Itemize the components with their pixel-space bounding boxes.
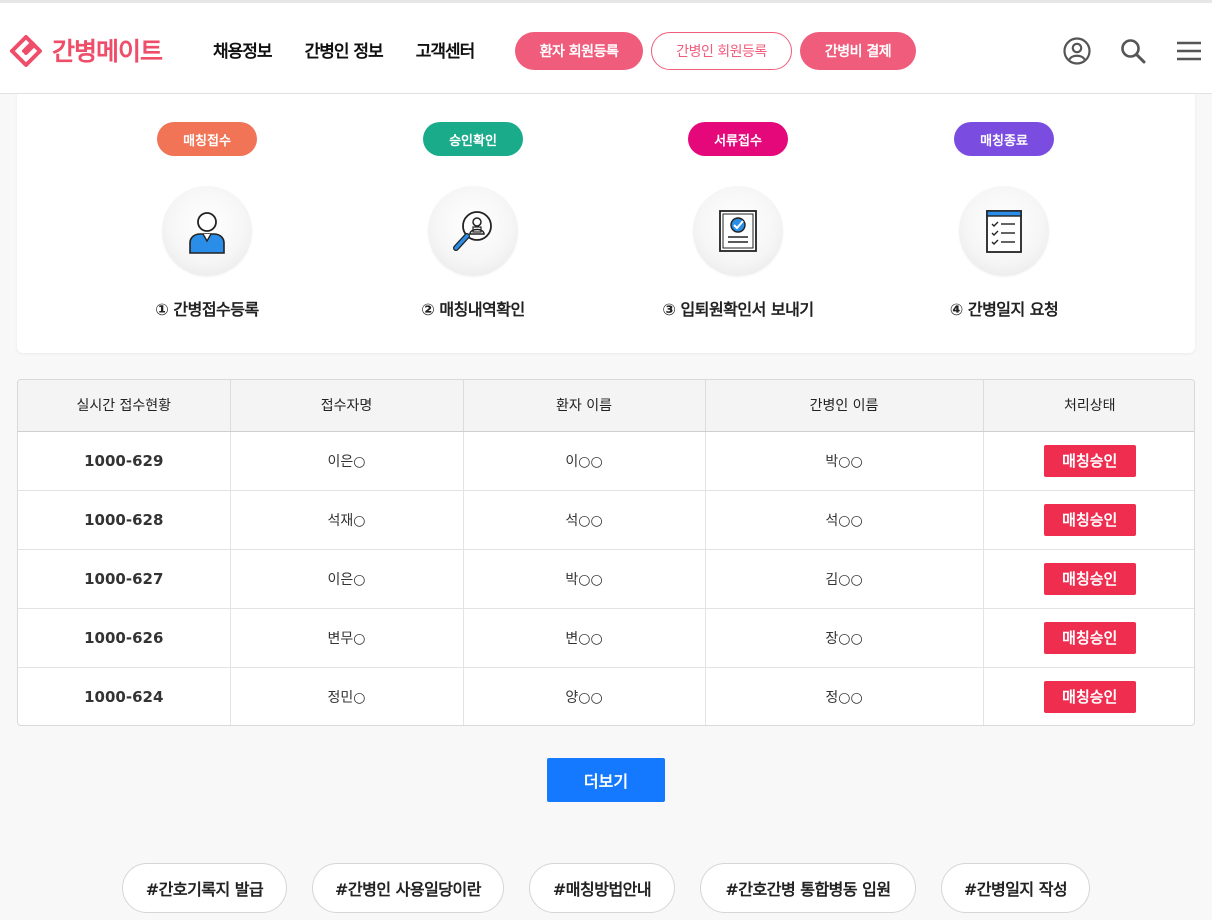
- step-4: 매칭종료 ④ 간병일지 요청: [894, 94, 1114, 353]
- site-header: 간병메이트 채용정보 간병인 정보 고객센터 환자 회원등록 간병인 회원등록 …: [0, 0, 1212, 94]
- col-header-status: 처리상태: [983, 380, 1194, 432]
- logo-heart-icon: [10, 35, 42, 67]
- matching-approved-button[interactable]: 매칭승인: [1043, 680, 1136, 713]
- checklist-icon: [959, 186, 1049, 276]
- status-cell: 매칭승인: [983, 549, 1194, 609]
- applicant-name: 이은○: [230, 431, 464, 491]
- status-cell: 매칭승인: [983, 667, 1194, 725]
- caregiver-register-button[interactable]: 간병인 회원등록: [651, 32, 792, 70]
- table-row: 1000-627 이은○ 박○○ 김○○ 매칭승인: [18, 549, 1194, 609]
- realtime-status-table: 실시간 접수현황 접수자명 환자 이름 간병인 이름 처리상태 1000-629…: [17, 379, 1195, 726]
- tag-matching-guide[interactable]: #매칭방법안내: [529, 863, 675, 913]
- patient-name: 석○○: [463, 490, 706, 550]
- table-row: 1000-629 이은○ 이○○ 박○○ 매칭승인: [18, 431, 1194, 491]
- step-label: ② 매칭내역확인: [421, 300, 525, 319]
- status-cell: 매칭승인: [983, 431, 1194, 491]
- document-check-icon: [693, 186, 783, 276]
- applicant-name: 정민○: [230, 667, 464, 725]
- person-icon: [162, 186, 252, 276]
- receipt-number: 1000-628: [18, 490, 231, 550]
- patient-name: 변○○: [463, 608, 706, 668]
- process-steps: 매칭접수 ① 간병접수등록 승인확인 ② 매칭내역확인 서류접수 ③ 입퇴원확인…: [17, 94, 1195, 353]
- applicant-name: 변무○: [230, 608, 464, 668]
- table-row: 1000-628 석재○ 석○○ 석○○ 매칭승인: [18, 490, 1194, 550]
- caregiver-name: 장○○: [705, 608, 984, 668]
- menu-icon[interactable]: [1173, 35, 1205, 67]
- main-nav: 채용정보 간병인 정보 고객센터: [213, 37, 507, 62]
- nav-jobs[interactable]: 채용정보: [213, 37, 273, 62]
- step-badge: 매칭접수: [157, 122, 257, 156]
- matching-approved-button[interactable]: 매칭승인: [1043, 503, 1136, 536]
- caregiver-name: 박○○: [705, 431, 984, 491]
- caregiver-name: 김○○: [705, 549, 984, 609]
- col-header-receipt-status: 실시간 접수현황: [18, 380, 231, 432]
- step-1: 매칭접수 ① 간병접수등록: [97, 94, 317, 353]
- tag-nursing-record[interactable]: #간호기록지 발급: [122, 863, 287, 913]
- caregiver-name: 정○○: [705, 667, 984, 725]
- applicant-name: 이은○: [230, 549, 464, 609]
- user-circle-icon[interactable]: [1061, 35, 1093, 67]
- logo-text: 간병메이트: [52, 37, 163, 66]
- more-button[interactable]: 더보기: [547, 758, 665, 802]
- receipt-number: 1000-626: [18, 608, 231, 668]
- col-header-applicant: 접수자명: [230, 380, 464, 432]
- patient-register-button[interactable]: 환자 회원등록: [515, 32, 643, 70]
- step-badge: 매칭종료: [954, 122, 1054, 156]
- col-header-caregiver: 간병인 이름: [705, 380, 984, 432]
- tag-care-journal[interactable]: #간병일지 작성: [941, 863, 1090, 913]
- patient-name: 양○○: [463, 667, 706, 725]
- step-3: 서류접수 ③ 입퇴원확인서 보내기: [628, 94, 848, 353]
- col-header-patient: 환자 이름: [463, 380, 706, 432]
- table-row: 1000-626 변무○ 변○○ 장○○ 매칭승인: [18, 608, 1194, 668]
- tag-integrated-ward[interactable]: #간호간병 통합병동 입원: [700, 863, 916, 913]
- tag-caregiver-daily-fee[interactable]: #간병인 사용일당이란: [312, 863, 504, 913]
- applicant-name: 석재○: [230, 490, 464, 550]
- hashtag-list: #간호기록지 발급 #간병인 사용일당이란 #매칭방법안내 #간호간병 통합병동…: [0, 863, 1212, 913]
- matching-approved-button[interactable]: 매칭승인: [1043, 444, 1136, 477]
- table-header-row: 실시간 접수현황 접수자명 환자 이름 간병인 이름 처리상태: [18, 380, 1194, 432]
- step-badge: 서류접수: [688, 122, 788, 156]
- step-2: 승인확인 ② 매칭내역확인: [363, 94, 583, 353]
- payment-button[interactable]: 간병비 결제: [800, 32, 916, 70]
- receipt-number: 1000-624: [18, 667, 231, 725]
- magnifier-person-icon: [428, 186, 518, 276]
- nav-customer-center[interactable]: 고객센터: [416, 37, 476, 62]
- patient-name: 박○○: [463, 549, 706, 609]
- nav-caregiver-info[interactable]: 간병인 정보: [305, 37, 384, 62]
- patient-name: 이○○: [463, 431, 706, 491]
- logo[interactable]: 간병메이트: [6, 29, 163, 71]
- caregiver-name: 석○○: [705, 490, 984, 550]
- matching-approved-button[interactable]: 매칭승인: [1043, 562, 1136, 595]
- step-label: ④ 간병일지 요청: [949, 300, 1059, 319]
- step-badge: 승인확인: [423, 122, 523, 156]
- receipt-number: 1000-629: [18, 431, 231, 491]
- status-cell: 매칭승인: [983, 608, 1194, 668]
- step-label: ① 간병접수등록: [155, 300, 259, 319]
- step-label: ③ 입퇴원확인서 보내기: [662, 300, 814, 319]
- search-icon[interactable]: [1117, 35, 1149, 67]
- table-row: 1000-624 정민○ 양○○ 정○○ 매칭승인: [18, 667, 1194, 725]
- status-cell: 매칭승인: [983, 490, 1194, 550]
- receipt-number: 1000-627: [18, 549, 231, 609]
- matching-approved-button[interactable]: 매칭승인: [1043, 621, 1136, 654]
